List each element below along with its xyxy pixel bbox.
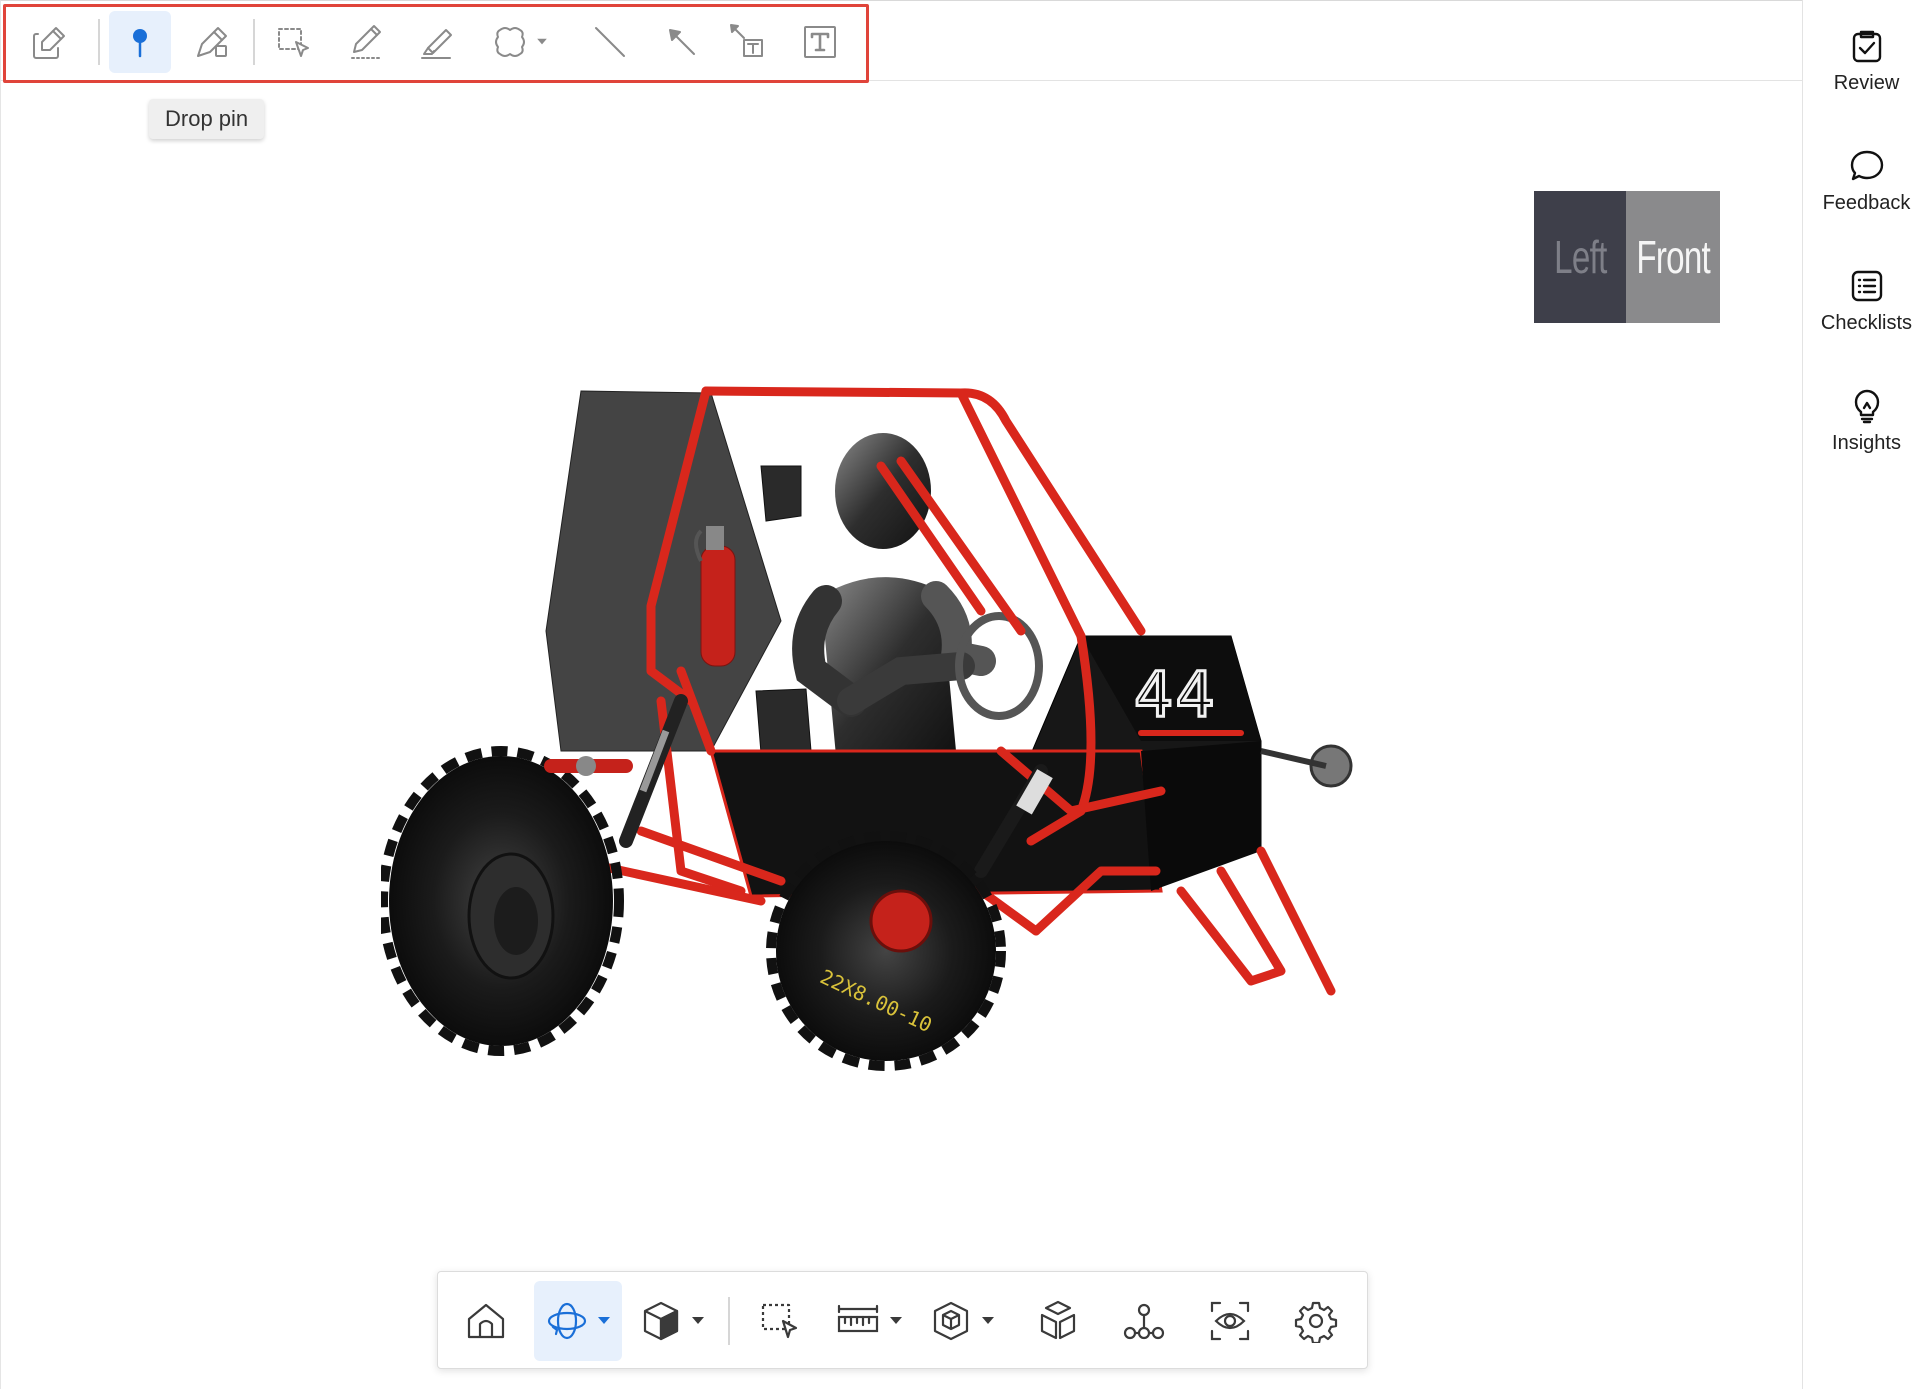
sidebar-item-checklists[interactable]: Checklists bbox=[1803, 268, 1929, 368]
chevron-down-icon bbox=[598, 1317, 610, 1324]
toolbar-divider bbox=[253, 19, 255, 65]
arrow-icon bbox=[669, 29, 695, 55]
select-button[interactable] bbox=[742, 1281, 818, 1361]
markup-edit-button[interactable] bbox=[19, 11, 81, 73]
model-viewport[interactable]: Drop pin Left Front 44 22X8.00-10 bbox=[0, 0, 1803, 1389]
line-icon bbox=[595, 27, 625, 57]
right-sidebar: Review Feedback Checklists Insights bbox=[1802, 0, 1929, 1389]
sidebar-item-insights[interactable]: Insights bbox=[1803, 388, 1929, 488]
buggy-3d-model[interactable]: 44 22X8.00-10 bbox=[381, 371, 1381, 1071]
orbit-icon bbox=[547, 1302, 587, 1340]
seat bbox=[760, 465, 802, 522]
view-cube-left-face[interactable]: Left bbox=[1534, 191, 1626, 323]
line-button[interactable] bbox=[579, 11, 641, 73]
model-browser-button[interactable] bbox=[1106, 1281, 1182, 1361]
tree-icon bbox=[1123, 1303, 1165, 1340]
highlighter-icon bbox=[421, 29, 452, 59]
drop-pin-button[interactable] bbox=[109, 11, 171, 73]
select-cursor-icon bbox=[761, 1303, 798, 1339]
markup-toolbar bbox=[1, 1, 1803, 81]
settings-button[interactable] bbox=[1278, 1281, 1354, 1361]
view-cube-front-label: Front bbox=[1636, 231, 1710, 283]
measure-button[interactable] bbox=[824, 1281, 914, 1361]
visibility-button[interactable] bbox=[1192, 1281, 1268, 1361]
explode-icon bbox=[1040, 1300, 1076, 1340]
view-cube-button[interactable] bbox=[632, 1281, 712, 1361]
home-icon bbox=[467, 1303, 505, 1339]
explode-button[interactable] bbox=[1020, 1281, 1096, 1361]
arrow-button[interactable] bbox=[651, 11, 713, 73]
home-button[interactable] bbox=[448, 1281, 524, 1361]
chevron-down-icon bbox=[537, 38, 547, 45]
sidebar-item-label: Feedback bbox=[1822, 192, 1911, 214]
chevron-down-icon bbox=[982, 1317, 994, 1324]
pen-shape-button[interactable] bbox=[181, 11, 243, 73]
view-cube-left-label: Left bbox=[1553, 231, 1607, 283]
toolbar-divider bbox=[728, 1297, 730, 1345]
speech-bubble-icon bbox=[1850, 150, 1883, 181]
select-cursor-icon bbox=[278, 28, 309, 57]
car-number: 44 bbox=[1134, 658, 1217, 731]
sidebar-item-review[interactable]: Review bbox=[1803, 28, 1929, 128]
callout-text-icon bbox=[730, 24, 763, 57]
sidebar-item-feedback[interactable]: Feedback bbox=[1803, 148, 1929, 248]
section-cube-icon bbox=[933, 1301, 969, 1341]
sidebar-item-label: Review bbox=[1833, 72, 1900, 94]
pen-shape-icon bbox=[197, 27, 227, 57]
eye-frame-icon bbox=[1210, 1301, 1250, 1341]
seat-base bbox=[755, 688, 812, 754]
cloud-icon bbox=[495, 27, 525, 57]
rear-axle bbox=[544, 756, 633, 776]
section-button[interactable] bbox=[922, 1281, 1002, 1361]
front-hub bbox=[1260, 744, 1353, 788]
pencil-button[interactable] bbox=[335, 11, 397, 73]
sidebar-item-label: Checklists bbox=[1820, 312, 1913, 334]
gear-icon bbox=[1294, 1301, 1338, 1343]
pencil-icon bbox=[351, 25, 381, 59]
view-cube[interactable]: Left Front bbox=[1534, 191, 1720, 323]
select-area-button[interactable] bbox=[263, 11, 325, 73]
front-wheel: 22X8.00-10 bbox=[766, 831, 1006, 1071]
ruler-icon bbox=[837, 1304, 879, 1333]
rear-wheel bbox=[381, 746, 624, 1056]
lightbulb-icon bbox=[1854, 389, 1879, 424]
pencil-square-icon bbox=[33, 27, 65, 59]
clipboard-check-icon bbox=[1852, 30, 1881, 63]
orbit-button[interactable] bbox=[534, 1281, 622, 1361]
text-button[interactable] bbox=[789, 11, 851, 73]
cloud-shape-button[interactable] bbox=[483, 11, 555, 73]
text-box-icon bbox=[804, 26, 836, 58]
viewer-toolbar bbox=[437, 1271, 1368, 1369]
pin-icon bbox=[133, 29, 147, 58]
toolbar-divider bbox=[98, 19, 100, 65]
chevron-down-icon bbox=[890, 1317, 902, 1324]
sidebar-item-label: Insights bbox=[1832, 432, 1901, 454]
highlighter-button[interactable] bbox=[405, 11, 467, 73]
chevron-down-icon bbox=[692, 1317, 704, 1324]
drop-pin-tooltip: Drop pin bbox=[149, 99, 265, 139]
cube-icon bbox=[643, 1301, 679, 1341]
list-icon bbox=[1851, 270, 1882, 302]
view-cube-front-face[interactable]: Front bbox=[1626, 191, 1720, 323]
callout-text-button[interactable] bbox=[717, 11, 779, 73]
